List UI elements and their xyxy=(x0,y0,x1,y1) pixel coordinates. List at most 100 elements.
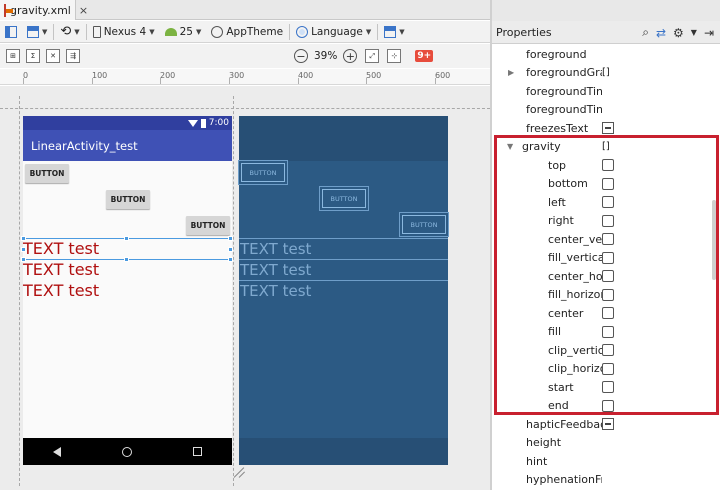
globe-icon xyxy=(296,25,309,38)
tristate-checkbox[interactable] xyxy=(602,418,614,431)
clear-constraints-button[interactable]: ✕ xyxy=(46,49,60,63)
pan-button[interactable]: ⊹ xyxy=(387,49,402,63)
property-name: foregroundTint xyxy=(526,84,602,98)
chevron-down-icon[interactable]: ▼ xyxy=(691,28,697,37)
phone-icon xyxy=(92,25,101,38)
scrollbar[interactable] xyxy=(712,200,716,280)
zoom-fit-button[interactable]: ⤢ xyxy=(365,49,380,63)
expand-arrow-icon[interactable]: ▶ xyxy=(508,68,514,77)
gear-icon[interactable]: ⚙ xyxy=(673,26,684,40)
theme-selector[interactable]: AppTheme xyxy=(206,22,288,42)
autoconnect-button[interactable]: ⊞ xyxy=(6,49,20,63)
blueprint-text-1[interactable]: TEXT test xyxy=(240,239,311,259)
theme-icon xyxy=(211,25,224,38)
layout-variants-button[interactable]: ▼ xyxy=(379,22,409,42)
device-selector[interactable]: Nexus 4 ▼ xyxy=(88,22,160,42)
property-row[interactable]: foregroundTint xyxy=(492,82,712,101)
blueprint-button-left[interactable]: BUTTON xyxy=(241,163,285,182)
api-selector[interactable]: 25 ▼ xyxy=(160,22,207,42)
toggle-view-icon[interactable]: ⇄ xyxy=(656,26,666,40)
sum-button[interactable]: Σ xyxy=(26,49,40,63)
zoom-level: 39% xyxy=(314,50,338,62)
infer-constraints-button[interactable]: ⇶ xyxy=(66,49,80,63)
tab-gravity-xml[interactable]: gravity.xml × xyxy=(0,0,88,20)
property-name: hint xyxy=(526,454,548,468)
preview-text-2[interactable]: TEXT test xyxy=(23,260,99,280)
close-icon[interactable]: × xyxy=(79,4,88,17)
separator xyxy=(53,23,55,40)
blueprint-button-right[interactable]: BUTTON xyxy=(402,215,446,234)
zoom-in-button[interactable]: + xyxy=(343,49,358,63)
panel-top-bar xyxy=(492,0,720,21)
blueprint-mode-button[interactable]: ▼ xyxy=(22,22,52,42)
resize-handle[interactable] xyxy=(228,236,233,241)
search-icon[interactable]: ⌕ xyxy=(642,25,649,40)
tristate-checkbox[interactable] xyxy=(602,122,614,135)
chevron-down-icon: ▼ xyxy=(149,27,155,36)
property-row[interactable]: hyphenationFreq xyxy=(492,471,712,490)
property-name: foreground xyxy=(526,47,587,61)
ruler-label: 200 xyxy=(160,71,176,80)
property-name: hapticFeedbackE xyxy=(526,417,602,431)
preview-button-center[interactable]: BUTTON xyxy=(106,190,150,209)
property-row[interactable]: height xyxy=(492,434,712,453)
canvas-toolbar: ⊞ Σ ✕ ⇶ − 39% + ⤢ ⊹ 9+ xyxy=(0,44,490,68)
property-name: foregroundTintM xyxy=(526,103,602,117)
preview-button-left[interactable]: BUTTON xyxy=(25,164,69,183)
property-row[interactable]: ▶ foregroundGravi[] xyxy=(492,64,712,83)
property-row[interactable]: foreground xyxy=(492,45,712,64)
separator xyxy=(289,23,291,40)
resize-handle[interactable] xyxy=(228,247,233,252)
rotate-icon: ⟲ xyxy=(60,24,72,39)
blueprint-button-center[interactable]: BUTTON xyxy=(322,189,366,208)
resize-handle[interactable] xyxy=(124,257,129,262)
zoom-out-button[interactable]: − xyxy=(294,49,308,63)
chevron-down-icon: ▼ xyxy=(399,27,405,36)
layout-toolbar: ▼ ⟲ ▼ Nexus 4 ▼ 25 ▼ AppTheme Language ▼ ▼ xyxy=(0,21,490,43)
recents-icon xyxy=(192,447,202,456)
xml-file-icon xyxy=(4,3,13,17)
blueprint-text-2[interactable]: TEXT test xyxy=(240,260,311,280)
blueprint-navbar xyxy=(239,438,448,465)
ruler-label: 600 xyxy=(435,71,451,80)
chevron-down-icon: ▼ xyxy=(42,27,48,36)
navigation-bar xyxy=(23,438,232,465)
device-label: Nexus 4 xyxy=(103,25,147,38)
ruler-label: 300 xyxy=(229,71,245,80)
resize-handle[interactable] xyxy=(21,257,26,262)
orientation-button[interactable]: ⟲ ▼ xyxy=(55,22,84,42)
gravity-highlight-box xyxy=(494,135,719,415)
property-name: freezesText xyxy=(526,121,589,135)
layout-variants-icon xyxy=(384,25,397,38)
theme-label: AppTheme xyxy=(226,25,284,38)
resize-handle[interactable] xyxy=(124,236,129,241)
ruler-label: 500 xyxy=(366,71,382,80)
preview-button-right[interactable]: BUTTON xyxy=(186,216,230,235)
preview-text-3[interactable]: TEXT test xyxy=(23,281,99,301)
preview-text-1[interactable]: TEXT test xyxy=(23,239,99,259)
chevron-down-icon: ▼ xyxy=(195,27,202,36)
property-row[interactable]: foregroundTintM xyxy=(492,101,712,120)
horizontal-ruler: 0 100 200 300 400 500 600 xyxy=(0,69,490,85)
property-row[interactable]: hint xyxy=(492,452,712,471)
separator xyxy=(85,23,87,40)
status-time: 7:00 xyxy=(208,118,229,128)
blueprint-text-3[interactable]: TEXT test xyxy=(240,281,311,301)
property-row[interactable]: hapticFeedbackE xyxy=(492,415,712,434)
language-selector[interactable]: Language ▼ xyxy=(291,22,376,42)
back-icon xyxy=(53,446,62,457)
property-value[interactable]: [] xyxy=(602,67,610,78)
design-mode-button[interactable] xyxy=(0,22,22,42)
resize-grip[interactable] xyxy=(233,466,246,478)
resize-handle[interactable] xyxy=(21,247,26,252)
design-preview[interactable]: 7:00 LinearActivity_test BUTTON BUTTON B… xyxy=(21,116,233,465)
resize-handle[interactable] xyxy=(21,236,26,241)
app-bar: LinearActivity_test xyxy=(23,130,232,161)
property-name: foregroundGravi xyxy=(526,66,602,80)
resize-handle[interactable] xyxy=(228,257,233,262)
home-icon xyxy=(121,446,132,457)
warnings-badge[interactable]: 9+ xyxy=(415,50,434,62)
api-label: 25 xyxy=(179,25,193,38)
hide-panel-icon[interactable]: ⇥ xyxy=(704,26,714,40)
blueprint-preview[interactable]: BUTTON BUTTON BUTTON TEXT test TEXT test… xyxy=(239,116,448,465)
